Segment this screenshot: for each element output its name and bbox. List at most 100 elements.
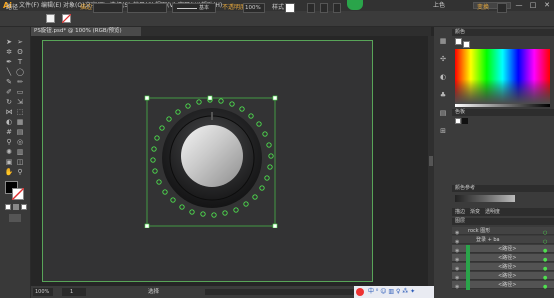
lasso-icon[interactable]: ʘ bbox=[15, 48, 25, 57]
blob-brush-icon[interactable]: ✐ bbox=[4, 88, 14, 97]
layer-name: <路径> bbox=[498, 273, 517, 279]
layer-row[interactable]: rock 图形 bbox=[452, 227, 554, 235]
gradient-tool-icon[interactable]: ▤ bbox=[15, 128, 25, 137]
grayscale-ramp[interactable] bbox=[455, 104, 550, 107]
transform-label[interactable]: 变换 bbox=[477, 3, 489, 13]
pencil-icon[interactable]: ✏ bbox=[15, 78, 25, 87]
style-label: 样式 bbox=[272, 4, 285, 11]
scale-tool-icon[interactable]: ⇲ bbox=[15, 98, 25, 107]
color-mode-icon[interactable] bbox=[5, 204, 11, 210]
stroke-label[interactable]: 描边 bbox=[80, 3, 92, 13]
menu-file[interactable]: 文件(F) bbox=[19, 0, 39, 11]
stroke-style-value: 基本 bbox=[199, 5, 210, 11]
stroke-weight-field[interactable] bbox=[93, 3, 123, 13]
menu-edit[interactable]: 编辑(E) bbox=[41, 0, 61, 11]
vertical-scroll-thumb[interactable] bbox=[429, 156, 433, 166]
screen-mode-icon[interactable] bbox=[9, 214, 21, 222]
user-icon[interactable] bbox=[347, 0, 363, 10]
layer-row[interactable]: 登录 + ba bbox=[452, 236, 554, 244]
graphic-style-select[interactable] bbox=[285, 3, 295, 13]
width-tool-icon[interactable]: ⋈ bbox=[4, 108, 14, 117]
visibility-eye-icon[interactable]: ◉ ◉ ◉ ◉ ◉ ◉ ◉ bbox=[455, 229, 459, 295]
none-mode-icon[interactable] bbox=[21, 204, 27, 210]
tab-transparency[interactable]: 透明度 bbox=[485, 208, 500, 216]
fill-swatch[interactable] bbox=[46, 14, 55, 23]
eraser-icon[interactable]: ▭ bbox=[15, 88, 25, 97]
color-stroke-swatch[interactable] bbox=[463, 41, 470, 48]
opacity-field[interactable]: 100% bbox=[243, 3, 265, 13]
hand-tool-icon[interactable]: ✋ bbox=[4, 168, 14, 177]
gradient-mode-icon[interactable] bbox=[13, 204, 19, 210]
layer-name: <路径> bbox=[498, 246, 517, 252]
maximize-button[interactable]: □ bbox=[526, 0, 540, 11]
tab-stroke[interactable]: 描边 bbox=[455, 208, 465, 216]
arrange-icon[interactable] bbox=[497, 3, 507, 13]
swatch-none[interactable] bbox=[455, 118, 461, 124]
knob-indicator bbox=[211, 112, 213, 120]
appearance-panel-icon[interactable]: ▤ bbox=[438, 109, 448, 118]
eyedropper-icon[interactable]: ⚲ bbox=[4, 138, 14, 147]
align-icon[interactable] bbox=[320, 3, 328, 13]
symbol-sprayer-icon[interactable]: ✺ bbox=[4, 148, 14, 157]
ime-tools-icon[interactable]: 中 ⁰ ☺ ▥ ♀ ⁂ ✦ bbox=[368, 288, 428, 296]
knob-cap bbox=[181, 125, 243, 187]
zoom-tool-icon[interactable]: ⚲ bbox=[15, 168, 25, 177]
control-bar bbox=[0, 11, 554, 27]
layer-name: <路径> bbox=[498, 255, 517, 261]
rotate-tool-icon[interactable]: ↻ bbox=[4, 98, 14, 107]
tab-gradient[interactable]: 渐变 bbox=[470, 208, 480, 216]
stroke-style-select[interactable]: 基本 bbox=[172, 3, 216, 13]
layer-name: 登录 + ba bbox=[476, 237, 500, 243]
free-transform-icon[interactable]: ⬚ bbox=[15, 108, 25, 117]
perspective-grid-icon[interactable]: ▦ bbox=[15, 118, 25, 127]
target-icon[interactable]: ○ ○ ● ● ● ● ● bbox=[543, 229, 548, 295]
artboard-navigator[interactable]: 1 bbox=[62, 288, 86, 296]
status-mode: 选择 bbox=[148, 289, 160, 295]
align-panel-icon[interactable]: ⊞ bbox=[438, 127, 448, 136]
color-panel-header[interactable]: 颜色 bbox=[452, 29, 554, 36]
mesh-tool-icon[interactable]: # bbox=[4, 128, 14, 137]
knob-artwork[interactable] bbox=[140, 92, 280, 228]
paintbrush-icon[interactable]: ✎ bbox=[4, 78, 14, 87]
color-fill-swatch[interactable] bbox=[455, 38, 462, 45]
appearance-tab-bar bbox=[452, 208, 554, 216]
symbols-panel-icon[interactable]: ♣ bbox=[438, 91, 448, 100]
recolor-icon[interactable] bbox=[307, 3, 315, 13]
color-panel-icon[interactable]: ◐ bbox=[438, 73, 448, 82]
stroke-color-icon[interactable] bbox=[12, 188, 24, 200]
brushes-panel-icon[interactable]: ✣ bbox=[438, 55, 448, 64]
document-tab[interactable]: PS旋钮.psd* @ 100% (RGB/预览) bbox=[31, 27, 141, 36]
horizontal-scrollbar[interactable] bbox=[205, 289, 355, 295]
shape-builder-icon[interactable]: ◐ bbox=[4, 118, 14, 127]
direct-selection-tool-icon[interactable]: ➢ bbox=[15, 38, 25, 47]
pathfinder-icon[interactable] bbox=[333, 3, 341, 13]
close-button[interactable]: ✕ bbox=[540, 0, 554, 11]
layer-name: rock 图形 bbox=[468, 228, 491, 234]
ime-logo-icon[interactable] bbox=[356, 288, 364, 296]
color-spectrum[interactable] bbox=[455, 49, 550, 104]
swatch-black[interactable] bbox=[462, 118, 468, 124]
type-tool-icon[interactable]: T bbox=[15, 58, 25, 67]
layer-color-bar bbox=[466, 245, 470, 290]
swatches-panel-header[interactable]: 色板 bbox=[452, 109, 554, 116]
selection-tool-icon[interactable]: ➤ bbox=[4, 38, 14, 47]
magic-wand-icon[interactable]: ✲ bbox=[4, 48, 14, 57]
color-guide-header[interactable]: 颜色参考 bbox=[452, 185, 554, 192]
zoom-field[interactable]: 100% bbox=[33, 288, 53, 296]
slice-tool-icon[interactable]: ◫ bbox=[15, 158, 25, 167]
minimize-button[interactable]: — bbox=[512, 0, 526, 11]
workspace-switcher[interactable]: 上色 bbox=[433, 0, 445, 11]
artboard-tool-icon[interactable]: ▣ bbox=[4, 158, 14, 167]
color-guide-strip[interactable] bbox=[455, 195, 515, 202]
artboard-panel-icon[interactable]: ▦ bbox=[438, 37, 448, 46]
stroke-swatch[interactable] bbox=[62, 14, 71, 23]
line-tool-icon[interactable]: ╲ bbox=[4, 68, 14, 77]
layers-panel-header[interactable]: 图层 bbox=[452, 218, 554, 225]
variable-width-select[interactable] bbox=[127, 3, 167, 13]
selection-type-label: 路径 bbox=[6, 4, 19, 11]
ellipse-tool-icon[interactable]: ◯ bbox=[15, 68, 25, 77]
pen-tool-icon[interactable]: ✒ bbox=[4, 58, 14, 67]
blend-tool-icon[interactable]: ◎ bbox=[15, 138, 25, 147]
graph-tool-icon[interactable]: ▥ bbox=[15, 148, 25, 157]
layer-name: <路径> bbox=[498, 264, 517, 270]
